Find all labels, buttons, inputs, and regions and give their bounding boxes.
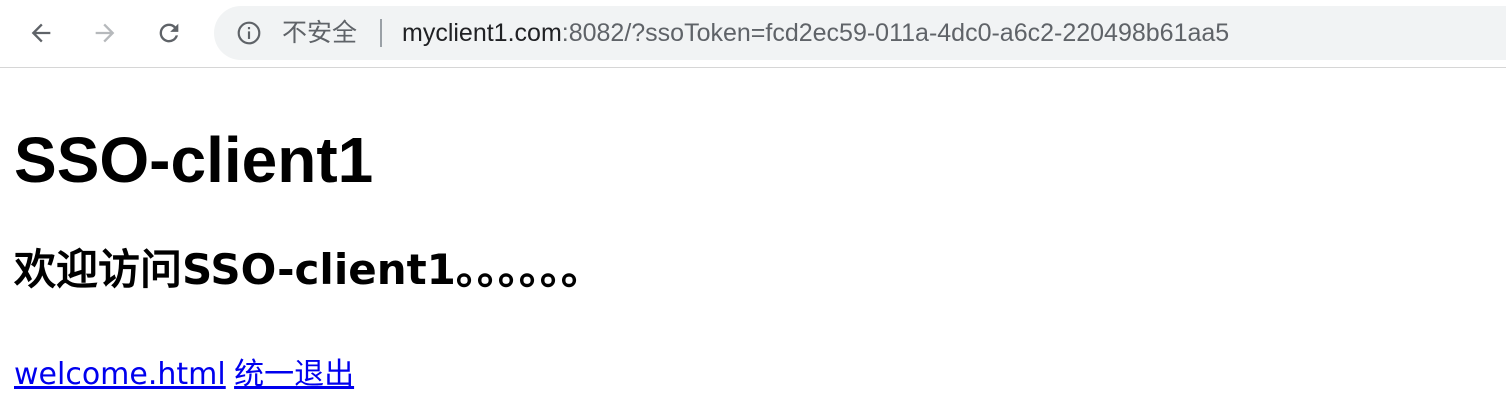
back-button[interactable]	[22, 14, 60, 52]
security-status-label[interactable]: 不安全	[282, 18, 357, 48]
url-text[interactable]: myclient1.com:8082/?ssoToken=fcd2ec59-01…	[402, 18, 1229, 48]
address-bar[interactable]: 不安全 myclient1.com:8082/?ssoToken=fcd2ec5…	[214, 6, 1506, 60]
page-title: SSO-client1	[14, 124, 374, 196]
reload-icon	[159, 23, 179, 43]
browser-toolbar: 不安全 myclient1.com:8082/?ssoToken=fcd2ec5…	[0, 0, 1506, 68]
logout-link[interactable]: 统一退出	[234, 357, 354, 392]
address-bar-divider	[380, 19, 382, 47]
info-icon[interactable]	[236, 20, 262, 46]
welcome-message: 欢迎访问SSO-client1。。。。。。	[14, 245, 603, 294]
link-row: welcome.html 统一退出	[14, 356, 354, 394]
url-host: myclient1.com	[402, 19, 562, 47]
arrow-left-icon	[31, 23, 51, 43]
arrow-right-icon	[95, 23, 115, 43]
reload-button[interactable]	[150, 14, 188, 52]
welcome-link[interactable]: welcome.html	[14, 357, 226, 392]
forward-button[interactable]	[86, 14, 124, 52]
url-path: :8082/?ssoToken=fcd2ec59-011a-4dc0-a6c2-…	[561, 19, 1230, 47]
